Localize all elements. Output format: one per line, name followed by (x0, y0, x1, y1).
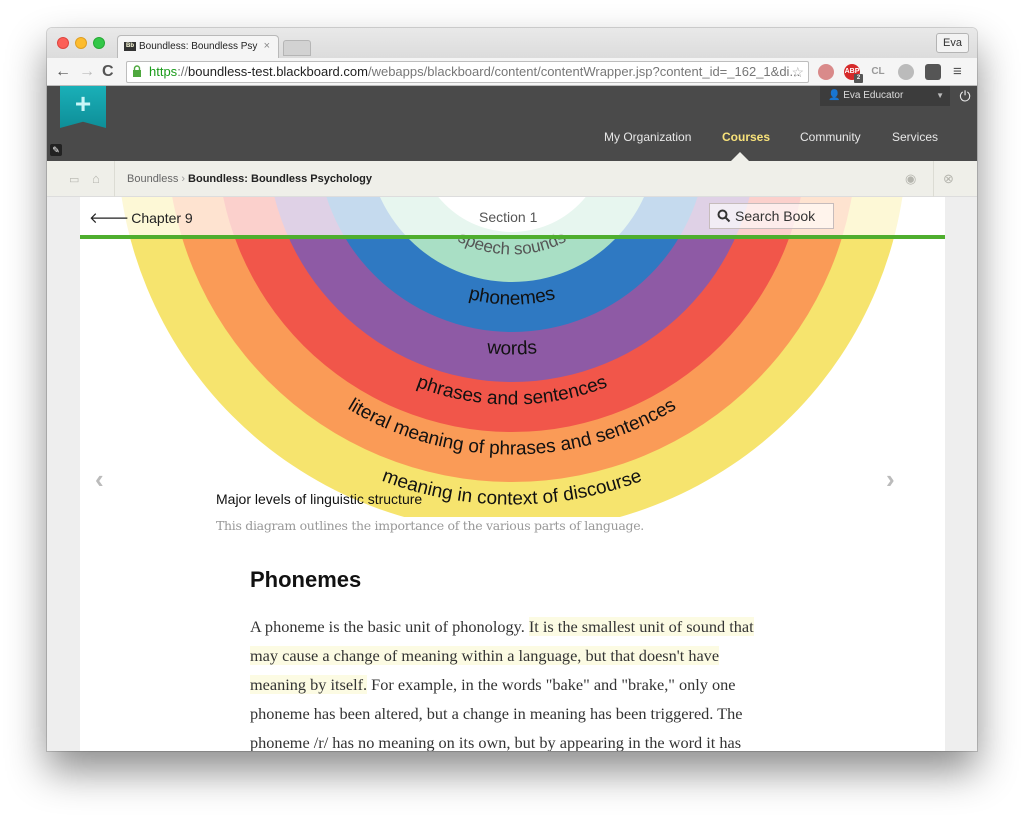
search-book-button[interactable]: Search Book (709, 203, 834, 229)
section-heading: Phonemes (250, 567, 362, 592)
forward-arrow-icon[interactable]: → (79, 62, 95, 82)
close-window-button[interactable] (57, 37, 69, 49)
user-name: Eva Educator (843, 90, 904, 101)
breadcrumb-separator: › (181, 173, 186, 185)
caret-down-icon: ▼ (936, 91, 944, 100)
address-bar[interactable]: https://boundless-test.blackboard.com/we… (126, 61, 809, 83)
menu-icon[interactable]: ≡ (953, 62, 962, 82)
breadcrumb: Boundless › Boundless: Boundless Psycholog… (127, 173, 372, 185)
minimize-window-button[interactable] (75, 37, 87, 49)
profile-button[interactable]: Eva (936, 33, 969, 53)
user-icon: 👤 (828, 90, 844, 101)
breadcrumb-root[interactable]: Boundless (127, 173, 178, 185)
url-path: /webapps/blackboard/content/contentWrapp… (367, 64, 801, 79)
previous-figure-button[interactable]: ‹ (95, 464, 104, 495)
tab-title: Boundless: Boundless Psy (139, 41, 258, 52)
adblock-badge: 2 (854, 74, 863, 83)
figure-caption: This diagram outlines the importance of … (216, 518, 644, 533)
evernote-icon[interactable] (925, 64, 941, 80)
power-icon[interactable]: ⏻ (953, 86, 977, 106)
reading-progress-bar (80, 235, 945, 239)
arrow-left-icon: 🡐 (89, 210, 130, 227)
article-paragraph: A phoneme is the basic unit of phonology… (250, 612, 775, 751)
linguistic-structure-diagram: speech soundsphonemeswordsphrases and se… (121, 197, 903, 517)
tab-strip: Bb Boundless: Boundless Psy × Eva (47, 28, 977, 59)
nav-my-organization[interactable]: My Organization (604, 130, 691, 144)
figure-title: Major levels of linguistic structure (216, 491, 423, 507)
active-nav-pointer (731, 152, 749, 161)
cl-icon[interactable]: CL (870, 64, 886, 80)
reload-icon[interactable]: C (102, 62, 114, 82)
close-circle-icon[interactable]: ⊗ (943, 171, 954, 187)
url-scheme: https (149, 64, 178, 79)
eye-icon[interactable]: ◉ (905, 171, 916, 187)
zoom-window-button[interactable] (93, 37, 105, 49)
browser-window: Bb Boundless: Boundless Psy × Eva ← → C h… (47, 28, 977, 751)
blackboard-logo-plus-icon[interactable]: + (60, 86, 106, 128)
search-book-label: Search Book (735, 208, 816, 224)
breadcrumb-bar: ▭ ⌂ Boundless › Boundless: Boundless Psych… (47, 161, 977, 197)
chapter-label: Chapter 9 (131, 210, 193, 226)
divider (933, 161, 934, 197)
user-menu[interactable]: 👤 Eva Educator ▼ (820, 86, 950, 106)
pin-icon[interactable]: ✎ (50, 144, 62, 156)
back-to-chapter-link[interactable]: 🡐 Chapter 9 (89, 208, 193, 227)
nav-courses[interactable]: Courses (722, 130, 770, 144)
url-host: boundless-test.blackboard.com (188, 64, 368, 79)
lock-icon (133, 65, 141, 77)
home-icon[interactable]: ⌂ (92, 171, 100, 186)
pocket-icon[interactable] (818, 64, 834, 80)
book-reader: speech soundsphonemeswordsphrases and se… (80, 197, 945, 751)
new-tab-button[interactable] (283, 40, 311, 56)
nav-community[interactable]: Community (800, 130, 861, 144)
back-arrow-icon[interactable]: ← (55, 62, 71, 82)
ghostery-icon[interactable] (898, 64, 914, 80)
bb-favicon-icon: Bb (124, 41, 136, 51)
ring-label-2: words (485, 337, 537, 359)
section-title: Section 1 (479, 209, 538, 225)
reader-topbar: 🡐 Chapter 9 Section 1 Search Book (80, 197, 945, 237)
divider (114, 161, 115, 197)
paragraph-text: A phoneme is the basic unit of phonology… (250, 617, 529, 636)
search-icon (717, 209, 731, 223)
bookmark-star-icon[interactable]: ☆ (791, 62, 804, 82)
menu-toggle-icon[interactable]: ▭ (69, 173, 79, 186)
tab-close-icon[interactable]: × (264, 40, 270, 52)
url-colon: :// (177, 64, 189, 79)
browser-toolbar: ← → C https://boundless-test.blackboard.… (47, 58, 977, 86)
nav-services[interactable]: Services (892, 130, 938, 144)
blackboard-header: + ✎ 👤 Eva Educator ▼ ⏻ My Organization C… (47, 86, 977, 161)
browser-tab[interactable]: Bb Boundless: Boundless Psy × (117, 35, 279, 59)
breadcrumb-current: Boundless: Boundless Psychology (188, 173, 373, 185)
next-figure-button[interactable]: › (886, 464, 895, 495)
